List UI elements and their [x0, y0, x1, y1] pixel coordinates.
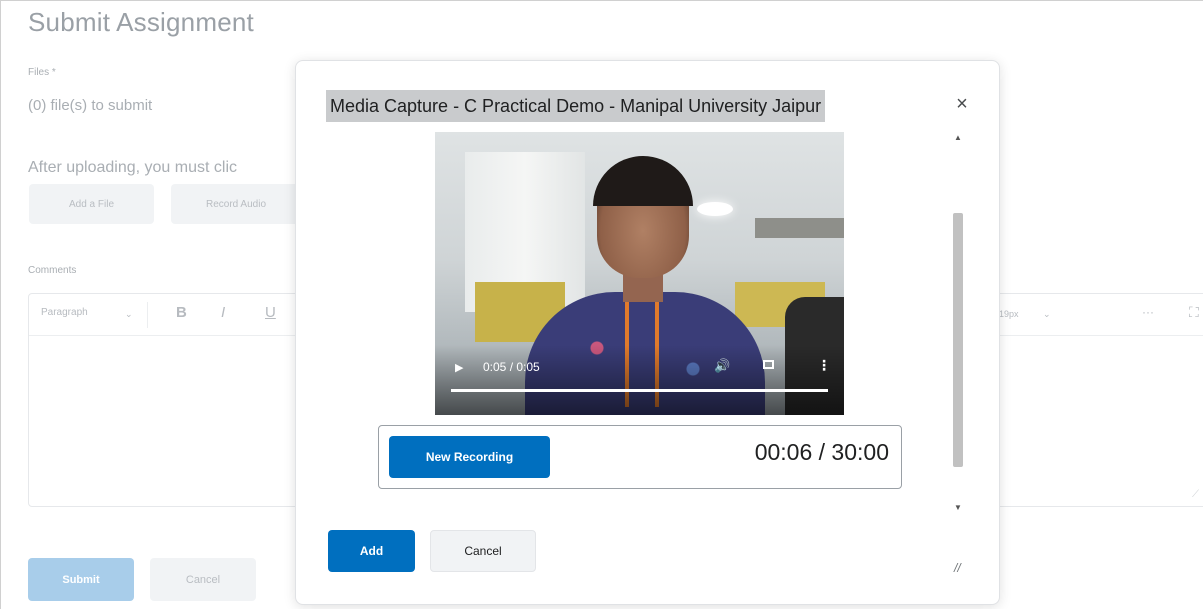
play-icon[interactable]: ▶ [455, 361, 463, 374]
font-size-select[interactable]: 19px [999, 309, 1019, 319]
new-recording-button[interactable]: New Recording [389, 436, 550, 478]
video-controls-bar [435, 345, 844, 415]
dialog-title: Media Capture - C Practical Demo - Manip… [326, 90, 826, 122]
chevron-down-icon[interactable]: ⌄ [125, 309, 133, 320]
scroll-down-arrow-icon[interactable]: ▼ [951, 501, 965, 515]
resize-grip-icon[interactable]: ⟋ [1192, 489, 1199, 500]
comments-label: Comments [28, 265, 77, 276]
fullscreen-editor-icon[interactable]: ⛶ [1189, 304, 1199, 321]
add-button[interactable]: Add [328, 530, 415, 572]
recording-timer: 00:06 / 30:00 [754, 439, 889, 465]
scroll-up-arrow-icon[interactable]: ▲ [951, 131, 965, 145]
video-frame-duct [755, 218, 844, 238]
underline-button[interactable]: U [265, 304, 276, 321]
page-cancel-button[interactable]: Cancel [150, 558, 256, 601]
volume-icon[interactable]: 🔊 [714, 358, 730, 374]
close-icon[interactable]: × [951, 93, 973, 115]
bold-button[interactable]: B [176, 304, 187, 321]
toolbar-divider [147, 302, 148, 328]
resize-grip-icon[interactable]: // [954, 561, 961, 575]
more-vert-icon[interactable]: ⋮ [817, 357, 831, 374]
files-label: Files * [28, 67, 56, 78]
video-progress-bar[interactable] [451, 389, 828, 392]
add-file-button[interactable]: Add a File [29, 184, 154, 224]
media-capture-dialog: Media Capture - C Practical Demo - Manip… [295, 60, 1000, 605]
scrollbar-thumb[interactable] [953, 213, 963, 467]
video-frame-light [697, 202, 733, 216]
cancel-button[interactable]: Cancel [430, 530, 536, 572]
submit-button[interactable]: Submit [28, 558, 134, 601]
italic-button[interactable]: I [221, 304, 225, 321]
video-player[interactable]: ▶ 0:05 / 0:05 🔊 ⋮ [435, 132, 844, 415]
after-upload-instructions: After uploading, you must clic [28, 159, 237, 176]
video-time: 0:05 / 0:05 [483, 360, 540, 374]
record-audio-button[interactable]: Record Audio [171, 184, 301, 224]
dialog-scrollbar[interactable]: ▲ ▼ [951, 131, 965, 515]
dialog-scroll-area: ▶ 0:05 / 0:05 🔊 ⋮ New Recording 00:06 / … [326, 131, 966, 515]
paragraph-format-select[interactable]: Paragraph [41, 307, 88, 318]
recording-controls: New Recording 00:06 / 30:00 [378, 425, 902, 489]
files-count: (0) file(s) to submit [28, 97, 153, 114]
page-title: Submit Assignment [28, 7, 254, 37]
chevron-down-icon[interactable]: ⌄ [1043, 309, 1051, 320]
more-options-button[interactable]: ··· [1142, 305, 1154, 319]
fullscreen-icon[interactable] [763, 360, 774, 369]
